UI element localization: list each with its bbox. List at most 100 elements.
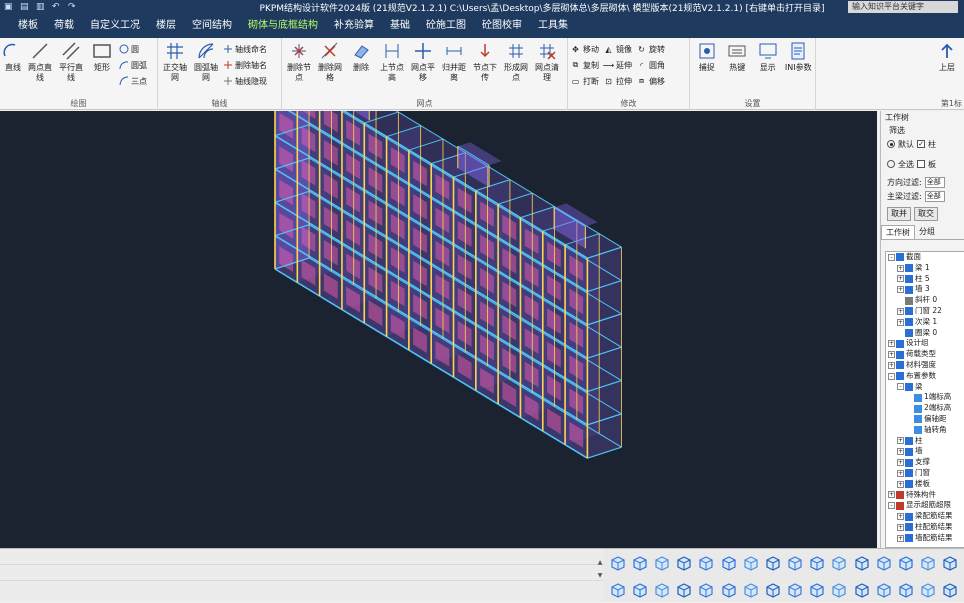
form-node-button[interactable]: 形成网点 xyxy=(501,41,531,98)
direction-filter-select[interactable]: 全部 xyxy=(924,176,945,188)
shade-icon[interactable] xyxy=(652,580,671,600)
radio-default[interactable] xyxy=(887,140,895,148)
tree-node[interactable]: 1端标高 xyxy=(886,392,964,403)
break-button[interactable]: ▭ 打断 xyxy=(570,74,599,88)
expand-icon[interactable]: + xyxy=(897,480,904,488)
arc-button[interactable]: 圆弧 xyxy=(118,58,147,72)
tab-masonry[interactable]: 砌体与底框结构 xyxy=(240,14,326,38)
circle-button[interactable]: 圆 xyxy=(118,42,147,56)
view-front-icon[interactable] xyxy=(608,553,627,573)
pan-icon[interactable] xyxy=(786,553,805,573)
tree-node[interactable]: 轴转角 xyxy=(886,425,964,436)
orthogonal-grid-button[interactable]: 正交轴网 xyxy=(160,41,190,98)
union-button[interactable]: 取并 xyxy=(887,207,911,221)
expand-icon[interactable]: + xyxy=(897,286,904,294)
save-icon[interactable]: ▣ xyxy=(4,2,14,12)
dots-icon[interactable] xyxy=(719,553,738,573)
tree-node[interactable]: + 柱 xyxy=(886,436,964,447)
upper-node-height-button[interactable]: 上节点高 xyxy=(377,41,407,98)
tab-slab[interactable]: 楼板 xyxy=(10,14,46,38)
model-viewport[interactable] xyxy=(0,111,877,548)
ruler-icon[interactable] xyxy=(874,553,893,573)
tab-check[interactable]: 补充验算 xyxy=(326,14,382,38)
layers-icon[interactable] xyxy=(896,553,915,573)
tree-node[interactable]: + 柱 5 xyxy=(886,274,964,285)
measure-icon[interactable] xyxy=(697,580,716,600)
bottom-view-icon[interactable] xyxy=(896,580,915,600)
axis-icon[interactable] xyxy=(741,580,760,600)
tree-node[interactable]: 斜杆 0 xyxy=(886,295,964,306)
expand-icon[interactable]: + xyxy=(897,307,904,315)
tree-node[interactable]: + 墙 3 xyxy=(886,284,964,295)
tree-node[interactable]: + 门窗 xyxy=(886,468,964,479)
view-3d-icon[interactable] xyxy=(630,553,649,573)
cube-icon[interactable] xyxy=(941,553,960,573)
snap-view-icon[interactable] xyxy=(763,580,782,600)
lock-icon[interactable] xyxy=(919,553,938,573)
tree-node[interactable]: + 次梁 1 xyxy=(886,317,964,328)
light-icon[interactable] xyxy=(786,580,805,600)
snap-button[interactable]: 捕捉 xyxy=(692,41,722,98)
collapse-icon[interactable]: - xyxy=(888,253,895,261)
render-icon[interactable] xyxy=(608,580,627,600)
tree-node[interactable]: 偏轴距 xyxy=(886,414,964,425)
tab-space-structure[interactable]: 空间结构 xyxy=(184,14,240,38)
collapse-icon[interactable]: - xyxy=(888,502,895,510)
extend-button[interactable]: ⟶ 延伸 xyxy=(603,58,632,72)
collapse-icon[interactable]: - xyxy=(888,372,895,380)
tab-foundation[interactable]: 基础 xyxy=(382,14,418,38)
print-icon[interactable]: ▥ xyxy=(36,2,46,12)
tab-custom-case[interactable]: 自定义工况 xyxy=(82,14,148,38)
tree-node[interactable]: -梁 xyxy=(886,382,964,393)
delete-grid-button[interactable]: 删除网格 xyxy=(315,41,345,98)
open-icon[interactable]: ▤ xyxy=(20,2,30,12)
top-view-icon[interactable] xyxy=(830,580,849,600)
expand-icon[interactable]: + xyxy=(888,491,895,499)
tab-load[interactable]: 荷载 xyxy=(46,14,82,38)
tree-node[interactable]: + 柱配筋结果 xyxy=(886,522,964,533)
expand-icon[interactable]: + xyxy=(897,523,904,531)
delete-axis-name-button[interactable]: 删除轴名 xyxy=(222,58,267,72)
expand-icon[interactable]: + xyxy=(897,264,904,272)
expand-icon[interactable]: + xyxy=(897,513,904,521)
tree-node[interactable]: 2端标高 xyxy=(886,403,964,414)
compass-icon[interactable] xyxy=(830,553,849,573)
expand-icon[interactable]: + xyxy=(897,437,904,445)
mirror-button[interactable]: ◭ 镜像 xyxy=(603,42,632,56)
command-line-input[interactable] xyxy=(0,565,604,581)
redo-icon[interactable]: ↷ xyxy=(68,2,78,12)
tab-concrete-review[interactable]: 砼图校审 xyxy=(474,14,530,38)
wire-icon[interactable] xyxy=(630,580,649,600)
tab-tools[interactable]: 工具集 xyxy=(530,14,576,38)
undo-icon[interactable]: ↶ xyxy=(52,2,62,12)
rectangle-button[interactable]: 矩形 xyxy=(87,41,117,98)
rotate-button[interactable]: ↻ 旋转 xyxy=(636,42,665,56)
node-move-button[interactable]: 网点平移 xyxy=(408,41,438,98)
tree-node[interactable]: + 墙 xyxy=(886,446,964,457)
expand-icon[interactable]: + xyxy=(897,448,904,456)
mainbeam-filter-select[interactable]: 全部 xyxy=(924,190,945,202)
collapse-icon[interactable]: - xyxy=(897,383,904,391)
expand-icon[interactable]: + xyxy=(897,318,904,326)
grid-view-icon[interactable] xyxy=(697,553,716,573)
delete-node-button[interactable]: 删除节点 xyxy=(284,41,314,98)
expand-icon[interactable]: + xyxy=(888,351,895,359)
zoom-icon[interactable] xyxy=(808,553,827,573)
expand-icon[interactable]: + xyxy=(888,361,895,369)
tree-node[interactable]: - 截面 xyxy=(886,252,964,263)
tree-node[interactable]: + 墙配筋结果 xyxy=(886,533,964,544)
knowledge-search-input[interactable]: 输入知识平台关键字 xyxy=(848,1,958,13)
tree-node[interactable]: + 特殊构件 xyxy=(886,490,964,501)
tree-node[interactable]: + 楼板 xyxy=(886,479,964,490)
expand-icon[interactable]: + xyxy=(897,459,904,467)
back-view-icon[interactable] xyxy=(874,580,893,600)
two-point-line-button[interactable]: 两点直线 xyxy=(25,41,55,98)
refresh-icon[interactable] xyxy=(919,580,938,600)
floor-selector[interactable]: 第1标 xyxy=(816,98,964,110)
parallel-line-button[interactable]: 平行直线 xyxy=(56,41,86,98)
fillet-button[interactable]: ◜ 圆角 xyxy=(636,58,665,72)
home-icon[interactable] xyxy=(675,553,694,573)
axis-toggle-button[interactable]: 轴线隐现 xyxy=(222,74,267,88)
three-point-arc-button[interactable]: 三点 xyxy=(118,74,147,88)
axis-naming-button[interactable]: 轴线命名 xyxy=(222,42,267,56)
